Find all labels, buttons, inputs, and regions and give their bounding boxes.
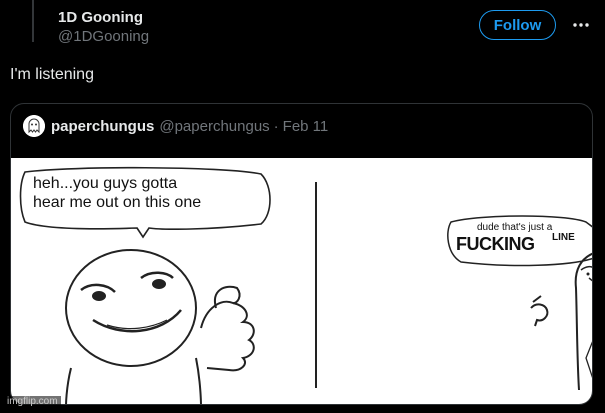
speech-left-line1: heh...you guys gotta: [33, 175, 178, 192]
thread-connector-line: [32, 0, 34, 42]
thumb-gesture: [200, 300, 255, 372]
quote-author-handle[interactable]: @paperchungus: [159, 118, 269, 135]
imgflip-watermark: imgflip.com: [4, 396, 61, 407]
quote-author-name[interactable]: paperchungus: [51, 118, 154, 135]
speech-right-small: dude that's just a: [477, 222, 553, 233]
quoted-tweet[interactable]: paperchungus @paperchungus · Feb 11 heh.…: [10, 103, 593, 405]
comic-image[interactable]: heh...you guys gotta hear me out on this…: [11, 158, 592, 404]
speech-right-line: LINE: [552, 232, 575, 243]
quote-separator: ·: [273, 117, 279, 135]
tweet-author[interactable]: 1D Gooning @1DGooning: [58, 9, 149, 45]
speech-left-text: heh...you guys gotta hear me out on this…: [33, 174, 273, 212]
ghost-avatar-icon[interactable]: [23, 115, 45, 137]
character-head: [65, 249, 197, 367]
speech-left-line2: hear me out on this one: [33, 194, 202, 211]
speech-right-big: FUCKING: [456, 234, 535, 254]
tweet-text: I'm listening: [10, 66, 94, 83]
quote-header: paperchungus @paperchungus · Feb 11: [23, 115, 329, 137]
quote-date[interactable]: Feb 11: [283, 118, 329, 135]
author-name[interactable]: 1D Gooning: [58, 9, 149, 26]
more-horizontal-icon[interactable]: [573, 23, 589, 27]
follow-button[interactable]: Follow: [479, 10, 556, 40]
author-handle[interactable]: @1DGooning: [58, 28, 149, 45]
